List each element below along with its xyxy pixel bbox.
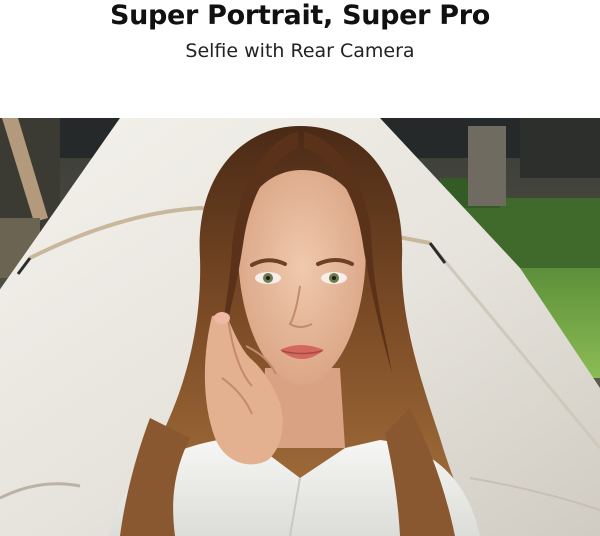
headline: Super Portrait, Super Pro [109,0,491,31]
portrait-photo-illustration [0,118,600,536]
promo-page: Super Portrait, Super Pro Selfie with Re… [0,0,600,536]
portrait-photo [0,118,600,536]
subheadline: Selfie with Rear Camera [185,40,415,62]
